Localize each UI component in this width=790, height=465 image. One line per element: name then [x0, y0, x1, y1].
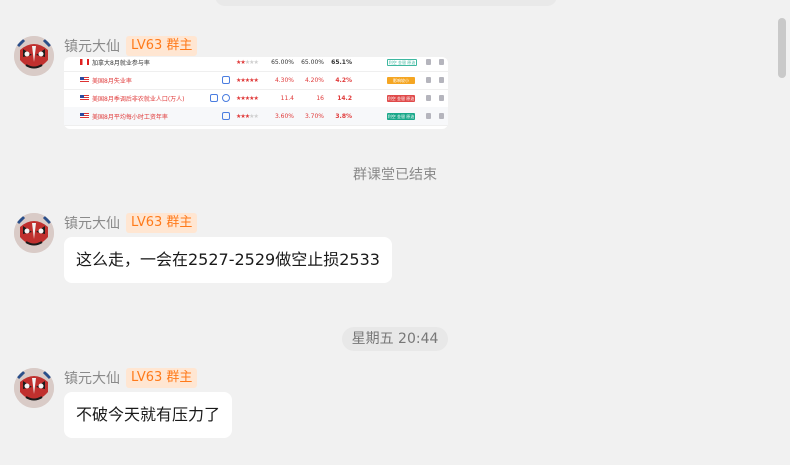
forecast-value: 16: [316, 94, 324, 102]
actual-value: 65.1%: [331, 58, 352, 66]
impact-tag: 利空 金银 原油: [387, 94, 415, 102]
actual-value: 4.2%: [335, 76, 352, 84]
alert-icon: [426, 113, 431, 119]
previous-value: 3.60%: [274, 112, 294, 120]
chart-icon: [439, 59, 444, 65]
previous-value: 65.00%: [271, 58, 294, 66]
level-badge: LV63 群主: [126, 368, 198, 388]
shield-icon: [222, 76, 230, 84]
opera-mask-icon: [14, 36, 54, 76]
shield-icon: [210, 94, 218, 102]
alert-icon: [426, 77, 431, 83]
alert-icon: [426, 59, 431, 65]
sender-name[interactable]: 镇元大仙: [64, 368, 120, 388]
message-sender: 镇元大仙 LV63 群主: [64, 36, 198, 56]
message-bubble[interactable]: 这么走，一会在2527-2529做空止损2533: [64, 237, 392, 283]
alert-icon: [426, 95, 431, 101]
chart-icon: [439, 95, 444, 101]
level-badge: LV63 群主: [126, 213, 198, 233]
image-message[interactable]: 加拿大8月就业参与率 ★★★★★ 65.00% 65.00% 65.1% 利空 …: [64, 57, 448, 129]
time-divider: 星期五 20:44: [0, 327, 790, 351]
table-row: 美国8月平均每小时工资年率 ★★★★★ 3.60% 3.70% 3.8% 利空 …: [64, 107, 448, 126]
opera-mask-icon: [14, 213, 54, 253]
table-row: 加拿大8月就业参与率 ★★★★★ 65.00% 65.00% 65.1% 利空 …: [64, 57, 448, 72]
shield-icon: [222, 112, 230, 120]
impact-tag: 利空 金银 原油: [387, 112, 415, 120]
previous-message-pill: [215, 0, 557, 6]
message-bubble[interactable]: 不破今天就有压力了: [64, 392, 233, 438]
avatar[interactable]: [14, 368, 54, 408]
level-badge: LV63 群主: [126, 36, 198, 56]
usa-flag-icon: [80, 113, 89, 119]
importance-stars: ★★★★★: [236, 112, 259, 120]
message-sender: 镇元大仙 LV63 群主: [64, 368, 198, 388]
avatar[interactable]: [14, 36, 54, 76]
usa-flag-icon: [80, 77, 89, 83]
chart-icon: [439, 77, 444, 83]
previous-value: 11.4: [280, 94, 294, 102]
impact-tag: 影响较小: [387, 76, 415, 84]
scrollbar[interactable]: [776, 0, 788, 465]
sender-name[interactable]: 镇元大仙: [64, 36, 120, 56]
table-row: 美国8月季调后非农就业人口(万人) ★★★★★ 11.4 16 14.2 利空 …: [64, 89, 448, 108]
system-notice: 群课堂已结束: [353, 167, 437, 183]
usa-flag-icon: [80, 95, 89, 101]
importance-stars: ★★★★★: [236, 58, 259, 66]
forecast-value: 3.70%: [304, 112, 324, 120]
previous-value: 4.30%: [274, 76, 294, 84]
impact-tag: 利空 金银 原油: [387, 58, 417, 66]
opera-mask-icon: [14, 368, 54, 408]
scrollbar-thumb[interactable]: [778, 18, 786, 78]
actual-value: 14.2: [337, 94, 352, 102]
clock-icon: [222, 94, 230, 102]
table-row: 美国8月失业率 ★★★★★ 4.30% 4.20% 4.2% 影响较小: [64, 71, 448, 90]
timestamp: 星期五 20:44: [341, 327, 449, 351]
message-sender: 镇元大仙 LV63 群主: [64, 213, 198, 233]
avatar[interactable]: [14, 213, 54, 253]
indicator-name: 美国8月季调后非农就业人口(万人): [92, 95, 185, 103]
indicator-name: 美国8月失业率: [92, 77, 132, 85]
actual-value: 3.8%: [335, 112, 352, 120]
chart-icon: [439, 113, 444, 119]
importance-stars: ★★★★★: [236, 94, 259, 102]
indicator-name: 美国8月平均每小时工资年率: [92, 113, 168, 121]
forecast-value: 65.00%: [301, 58, 324, 66]
importance-stars: ★★★★★: [236, 76, 259, 84]
forecast-value: 4.20%: [304, 76, 324, 84]
indicator-name: 加拿大8月就业参与率: [92, 59, 150, 67]
sender-name[interactable]: 镇元大仙: [64, 213, 120, 233]
canada-flag-icon: [80, 59, 89, 65]
